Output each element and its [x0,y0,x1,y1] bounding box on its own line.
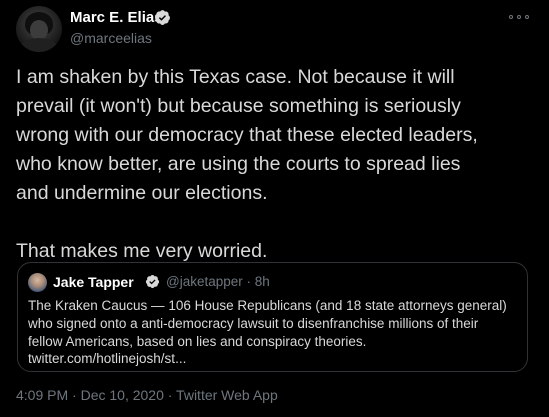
quoted-author-handle-time: @jaketapper · 8h [166,274,270,289]
verified-badge-icon [145,274,160,289]
quoted-link[interactable]: twitter.com/hotlinejosh/st... [28,350,523,368]
quoted-tweet-text: The Kraken Caucus — 106 House Republican… [28,297,523,368]
tweet-text-line: who know better, are using the courts to… [16,153,461,175]
quoted-text-line: The Kraken Caucus — 106 House Republican… [28,298,507,313]
quoted-tweet[interactable]: Jake Tapper @jaketapper · 8h The Kraken … [17,262,528,372]
tweet-text: I am shaken by this Texas case. Not beca… [16,63,536,266]
more-dot [525,15,529,19]
tweet-text-line: prevail (it won't) but because something… [16,95,461,117]
more-dot [509,15,513,19]
verified-badge-icon [155,10,170,25]
tweet-timestamp-source[interactable]: 4:09 PM · Dec 10, 2020 · Twitter Web App [16,387,278,403]
more-dot [517,15,521,19]
avatar-face-shape [30,20,48,40]
tweet-text-line: and undermine our elections. [16,182,268,204]
more-options-icon[interactable] [509,10,529,24]
quoted-text-line: who signed onto a anti-democracy lawsuit… [28,315,479,331]
quoted-author-avatar[interactable] [28,273,47,292]
author-avatar[interactable] [16,6,62,52]
quoted-text-line: fellow Americans, based on lies and cons… [28,333,367,349]
tweet-text-line: I am shaken by this Texas case. Not beca… [16,66,455,88]
avatar-body-shape [20,38,58,52]
quoted-author-name: Jake Tapper [53,274,134,290]
tweet-card: Marc E. Elias @marceelias I am shaken by… [0,0,549,417]
author-handle[interactable]: @marceelias [70,30,152,46]
author-display-name[interactable]: Marc E. Elias [70,9,163,26]
tweet-text-line: wrong with our democracy that these elec… [16,124,478,146]
